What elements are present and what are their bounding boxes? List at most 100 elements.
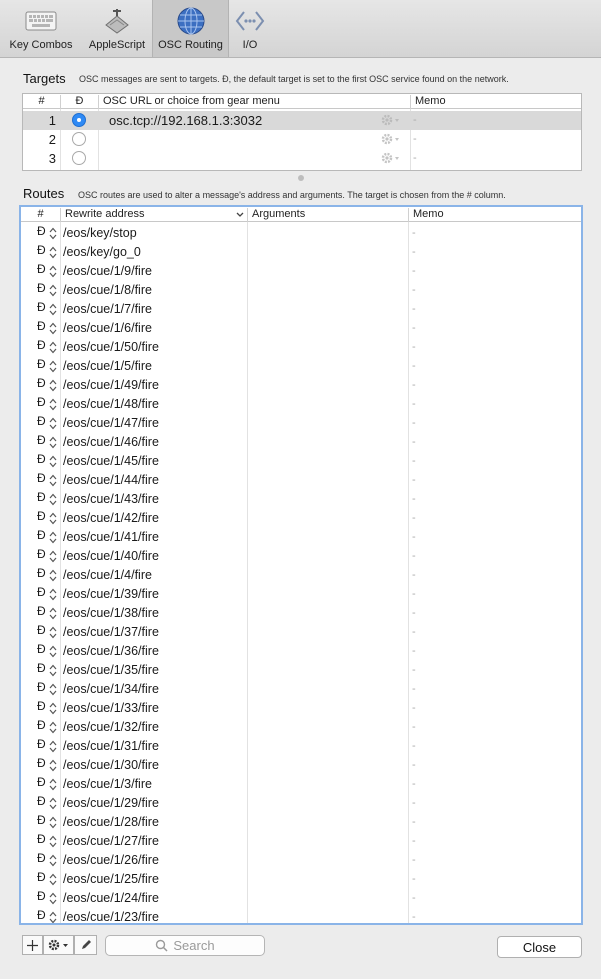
route-arguments[interactable] xyxy=(250,642,406,661)
route-address[interactable]: /eos/cue/1/34/fire xyxy=(63,680,159,699)
route-row[interactable]: Đ/eos/cue/1/49/fire - xyxy=(21,376,581,395)
target-row[interactable]: 2 - xyxy=(23,130,581,149)
route-target-symbol[interactable]: Đ xyxy=(37,870,46,884)
route-memo[interactable]: - xyxy=(412,300,416,319)
route-target-symbol[interactable]: Đ xyxy=(37,395,46,409)
target-stepper-icon[interactable] xyxy=(49,455,57,468)
route-row[interactable]: Đ/eos/cue/1/23/fire - xyxy=(21,908,581,923)
route-row[interactable]: Đ/eos/cue/1/9/fire - xyxy=(21,262,581,281)
route-arguments[interactable] xyxy=(250,661,406,680)
route-address[interactable]: /eos/cue/1/29/fire xyxy=(63,794,159,813)
route-memo[interactable]: - xyxy=(412,433,416,452)
route-arguments[interactable] xyxy=(250,490,406,509)
route-memo[interactable]: - xyxy=(412,851,416,870)
route-row[interactable]: Đ/eos/cue/1/34/fire - xyxy=(21,680,581,699)
route-memo[interactable]: - xyxy=(412,889,416,908)
route-memo[interactable]: - xyxy=(412,642,416,661)
route-arguments[interactable] xyxy=(250,851,406,870)
route-target-symbol[interactable]: Đ xyxy=(37,357,46,371)
target-stepper-icon[interactable] xyxy=(49,664,57,677)
split-view-handle[interactable] xyxy=(298,175,304,181)
route-arguments[interactable] xyxy=(250,566,406,585)
route-address[interactable]: /eos/cue/1/6/fire xyxy=(63,319,152,338)
column-header-arguments[interactable]: Arguments xyxy=(247,208,408,222)
route-target-symbol[interactable]: Đ xyxy=(37,832,46,846)
column-header-default[interactable]: Đ xyxy=(60,95,98,109)
search-field[interactable]: Search xyxy=(105,935,265,956)
target-stepper-icon[interactable] xyxy=(49,341,57,354)
route-address[interactable]: /eos/cue/1/23/fire xyxy=(63,908,159,923)
route-row[interactable]: Đ/eos/cue/1/33/fire - xyxy=(21,699,581,718)
action-menu-button[interactable] xyxy=(43,935,74,955)
target-stepper-icon[interactable] xyxy=(49,759,57,772)
route-row[interactable]: Đ/eos/cue/1/4/fire - xyxy=(21,566,581,585)
column-header-memo[interactable]: Memo xyxy=(408,208,581,222)
target-stepper-icon[interactable] xyxy=(49,607,57,620)
target-stepper-icon[interactable] xyxy=(49,284,57,297)
route-address[interactable]: /eos/cue/1/27/fire xyxy=(63,832,159,851)
target-stepper-icon[interactable] xyxy=(49,683,57,696)
route-row[interactable]: Đ/eos/cue/1/24/fire - xyxy=(21,889,581,908)
target-stepper-icon[interactable] xyxy=(49,493,57,506)
route-target-symbol[interactable]: Đ xyxy=(37,737,46,751)
route-memo[interactable]: - xyxy=(412,661,416,680)
route-row[interactable]: Đ/eos/cue/1/28/fire - xyxy=(21,813,581,832)
route-memo[interactable]: - xyxy=(412,908,416,923)
route-target-symbol[interactable]: Đ xyxy=(37,851,46,865)
route-arguments[interactable] xyxy=(250,300,406,319)
route-arguments[interactable] xyxy=(250,718,406,737)
route-address[interactable]: /eos/cue/1/41/fire xyxy=(63,528,159,547)
route-arguments[interactable] xyxy=(250,908,406,923)
route-memo[interactable]: - xyxy=(412,319,416,338)
route-address[interactable]: /eos/cue/1/5/fire xyxy=(63,357,152,376)
route-arguments[interactable] xyxy=(250,471,406,490)
route-target-symbol[interactable]: Đ xyxy=(37,813,46,827)
edit-button[interactable] xyxy=(74,935,97,955)
route-target-symbol[interactable]: Đ xyxy=(37,623,46,637)
column-header-memo[interactable]: Memo xyxy=(410,95,581,109)
route-target-symbol[interactable]: Đ xyxy=(37,414,46,428)
route-arguments[interactable] xyxy=(250,224,406,243)
default-target-radio[interactable] xyxy=(72,132,86,146)
route-arguments[interactable] xyxy=(250,281,406,300)
route-target-symbol[interactable]: Đ xyxy=(37,794,46,808)
target-memo[interactable]: - xyxy=(413,130,417,149)
route-address[interactable]: /eos/cue/1/47/fire xyxy=(63,414,159,433)
route-target-symbol[interactable]: Đ xyxy=(37,319,46,333)
target-stepper-icon[interactable] xyxy=(49,797,57,810)
route-memo[interactable]: - xyxy=(412,756,416,775)
route-memo[interactable]: - xyxy=(412,281,416,300)
route-row[interactable]: Đ/eos/cue/1/41/fire - xyxy=(21,528,581,547)
target-stepper-icon[interactable] xyxy=(49,873,57,886)
route-arguments[interactable] xyxy=(250,319,406,338)
route-target-symbol[interactable]: Đ xyxy=(37,300,46,314)
route-arguments[interactable] xyxy=(250,699,406,718)
route-arguments[interactable] xyxy=(250,775,406,794)
route-memo[interactable]: - xyxy=(412,338,416,357)
target-stepper-icon[interactable] xyxy=(49,398,57,411)
route-target-symbol[interactable]: Đ xyxy=(37,509,46,523)
route-memo[interactable]: - xyxy=(412,357,416,376)
route-address[interactable]: /eos/cue/1/26/fire xyxy=(63,851,159,870)
route-memo[interactable]: - xyxy=(412,794,416,813)
route-memo[interactable]: - xyxy=(412,566,416,585)
route-memo[interactable]: - xyxy=(412,452,416,471)
route-memo[interactable]: - xyxy=(412,775,416,794)
add-route-button[interactable] xyxy=(22,935,43,955)
target-stepper-icon[interactable] xyxy=(49,721,57,734)
route-row[interactable]: Đ/eos/cue/1/50/fire - xyxy=(21,338,581,357)
route-row[interactable]: Đ/eos/cue/1/30/fire - xyxy=(21,756,581,775)
route-arguments[interactable] xyxy=(250,623,406,642)
route-row[interactable]: Đ/eos/key/go_0 - xyxy=(21,243,581,262)
target-stepper-icon[interactable] xyxy=(49,835,57,848)
route-address[interactable]: /eos/cue/1/24/fire xyxy=(63,889,159,908)
target-stepper-icon[interactable] xyxy=(49,645,57,658)
target-stepper-icon[interactable] xyxy=(49,702,57,715)
route-arguments[interactable] xyxy=(250,395,406,414)
target-stepper-icon[interactable] xyxy=(49,892,57,905)
target-stepper-icon[interactable] xyxy=(49,227,57,240)
route-target-symbol[interactable]: Đ xyxy=(37,908,46,922)
route-address[interactable]: /eos/key/go_0 xyxy=(63,243,141,262)
target-stepper-icon[interactable] xyxy=(49,379,57,392)
route-arguments[interactable] xyxy=(250,813,406,832)
